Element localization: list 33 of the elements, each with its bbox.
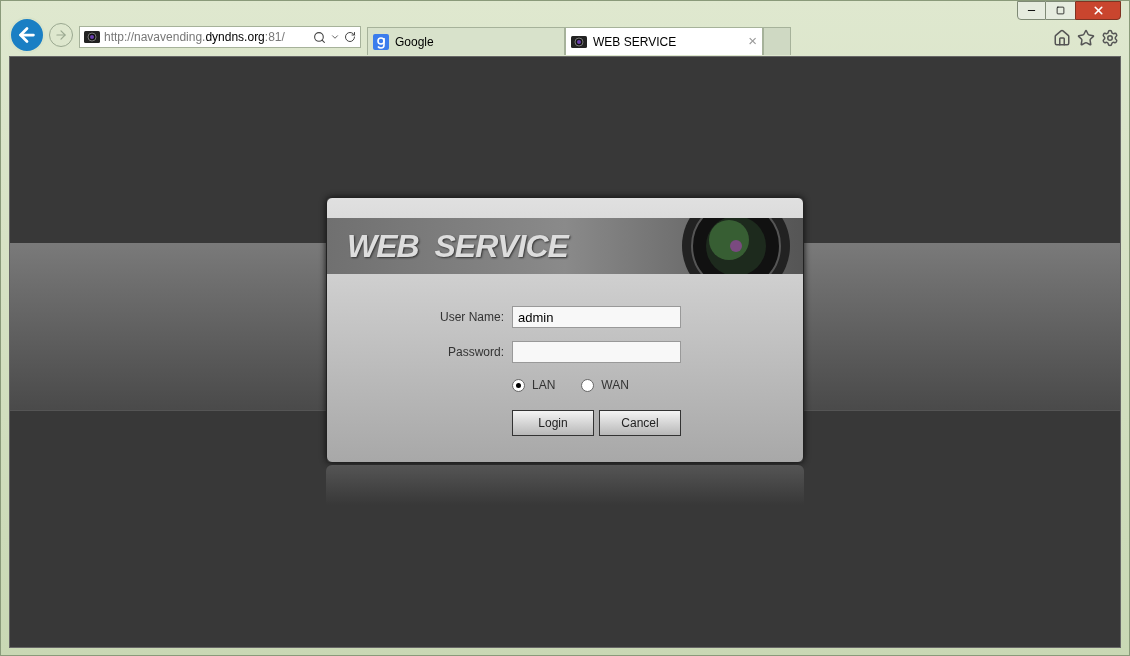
caret-icon[interactable]	[330, 32, 340, 42]
google-favicon-icon	[373, 33, 389, 50]
minimize-button[interactable]	[1017, 1, 1046, 20]
browser-tab[interactable]: Google	[367, 27, 565, 55]
tab-title: WEB SERVICE	[593, 33, 678, 51]
camera-favicon-icon	[84, 31, 100, 43]
field-label: Password:	[446, 344, 504, 361]
right-arrow-icon	[54, 28, 68, 42]
input-field[interactable]: admin	[512, 306, 681, 328]
search-icon[interactable]	[313, 30, 326, 44]
restore-button[interactable]	[1046, 1, 1075, 20]
radio-button[interactable]	[581, 378, 595, 392]
address-bar[interactable]: http://navavending.dyndns.org:81/	[79, 26, 361, 48]
tab-title: Google	[395, 33, 435, 51]
dialog-button[interactable]: Cancel	[599, 410, 681, 436]
refresh-icon[interactable]	[344, 31, 356, 43]
dialog-button[interactable]: Login	[512, 410, 594, 436]
radio-label: WAN	[601, 377, 629, 394]
favorites-star-icon[interactable]	[1077, 29, 1095, 47]
radio-button[interactable]	[512, 378, 525, 392]
radio-label: LAN	[532, 377, 556, 394]
maximize-icon	[1056, 6, 1065, 15]
home-icon[interactable]	[1053, 29, 1071, 47]
settings-icon[interactable]	[1101, 29, 1119, 47]
url-text: http://navavending.dyndns.org:81/	[104, 29, 286, 46]
banner-title: WEB SERVICE	[347, 227, 568, 266]
close-icon	[1091, 4, 1105, 17]
camera-favicon-icon	[571, 35, 587, 48]
back-button[interactable]	[9, 17, 45, 53]
browser-tab[interactable]: WEB SERVICE ×	[565, 27, 763, 55]
field-label: User Name:	[439, 309, 504, 326]
input-field[interactable]	[512, 341, 681, 363]
close-button[interactable]	[1075, 1, 1121, 20]
